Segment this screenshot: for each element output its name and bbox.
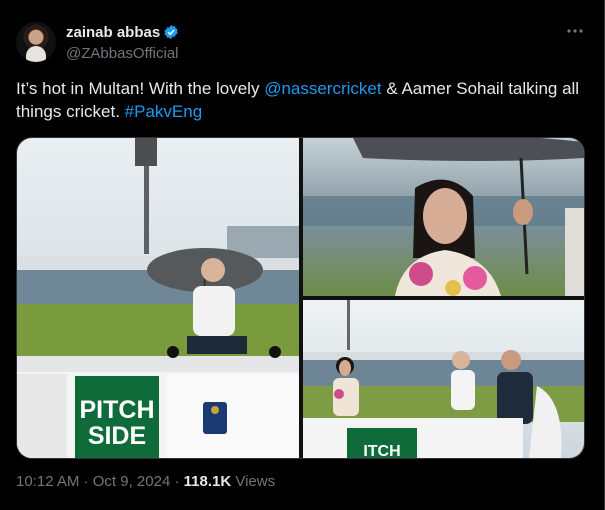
pitch-side-sign-line-1: PITCH [80,396,155,424]
tweet-time[interactable]: 10:12 AM [16,473,79,490]
pitch-side-sign: ITCH [363,443,400,458]
views-label: Views [231,473,276,490]
tweet-text: It’s hot in Multan! With the lovely @nas… [16,77,588,123]
tweet-text-part: It’s hot in Multan! With the lovely [16,79,265,98]
tweet-footer: 10:12 AM · Oct 9, 2024 · 118.1K Views [16,473,275,490]
separator: · [79,473,93,490]
separator: · [170,473,184,490]
tweet-date[interactable]: Oct 9, 2024 [93,473,171,490]
media-grid: PITCH SIDE ITCH [16,137,585,459]
media-image-1[interactable]: PITCH SIDE [17,138,299,458]
pitch-side-sign-line-2: SIDE [88,422,146,450]
views-count: 118.1K [183,473,232,490]
media-image-2[interactable] [303,138,584,296]
verified-badge-icon [164,25,178,39]
hashtag-link[interactable]: #PakvEng [125,102,203,121]
author-name[interactable]: zainab abbas [66,24,160,41]
mention-link[interactable]: @nassercricket [264,79,381,98]
presenter-photo [303,138,584,296]
more-options-icon[interactable] [566,24,584,38]
commentary-team-photo: ITCH [303,300,584,458]
media-image-3[interactable]: ITCH [303,300,584,458]
stadium-photo-1: PITCH SIDE [17,138,299,458]
author-avatar[interactable] [16,22,56,62]
author-handle[interactable]: @ZAbbasOfficial [66,45,179,62]
tweet: zainab abbas @ZAbbasOfficial It’s hot in… [0,0,605,510]
